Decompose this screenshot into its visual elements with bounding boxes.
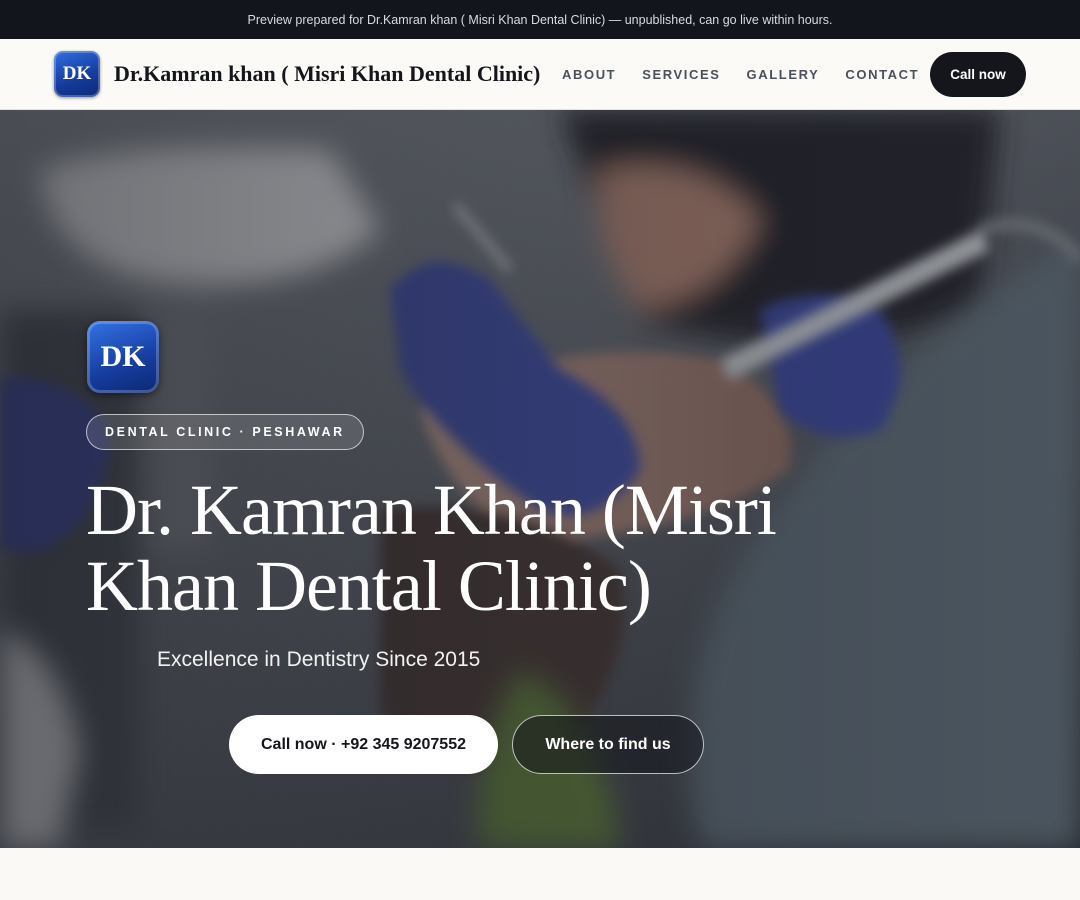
call-now-phone-button[interactable]: Call now · +92 345 9207552 bbox=[229, 715, 498, 774]
brand-name[interactable]: Dr.Kamran khan ( Misri Khan Dental Clini… bbox=[114, 61, 540, 87]
brand-logo[interactable]: DK bbox=[54, 51, 100, 97]
nav-link-gallery[interactable]: GALLERY bbox=[747, 67, 820, 82]
nav-link-about[interactable]: ABOUT bbox=[562, 67, 616, 82]
preview-banner: Preview prepared for Dr.Kamran khan ( Mi… bbox=[0, 0, 1080, 39]
hero-section: DK DENTAL CLINIC · PESHAWAR Dr. Kamran K… bbox=[0, 110, 1080, 848]
hero-title: Dr. Kamran Khan (Misri Khan Dental Clini… bbox=[86, 470, 777, 626]
location-badge: DENTAL CLINIC · PESHAWAR bbox=[86, 414, 364, 450]
next-section-start bbox=[0, 848, 1080, 900]
preview-banner-text: Preview prepared for Dr.Kamran khan ( Mi… bbox=[247, 12, 833, 27]
where-to-find-us-button[interactable]: Where to find us bbox=[512, 715, 704, 774]
hero-tagline: Excellence in Dentistry Since 2015 bbox=[157, 648, 481, 671]
nav-link-services[interactable]: SERVICES bbox=[642, 67, 720, 82]
header-call-now-button[interactable]: Call now bbox=[930, 52, 1026, 97]
main-nav: ABOUT SERVICES GALLERY CONTACT bbox=[562, 39, 945, 109]
hero-logo: DK bbox=[87, 321, 159, 393]
brand-logo-text: DK bbox=[62, 63, 92, 84]
hero-logo-text: DK bbox=[100, 340, 146, 373]
site-header: DK Dr.Kamran khan ( Misri Khan Dental Cl… bbox=[0, 39, 1080, 110]
nav-link-contact[interactable]: CONTACT bbox=[845, 67, 919, 82]
